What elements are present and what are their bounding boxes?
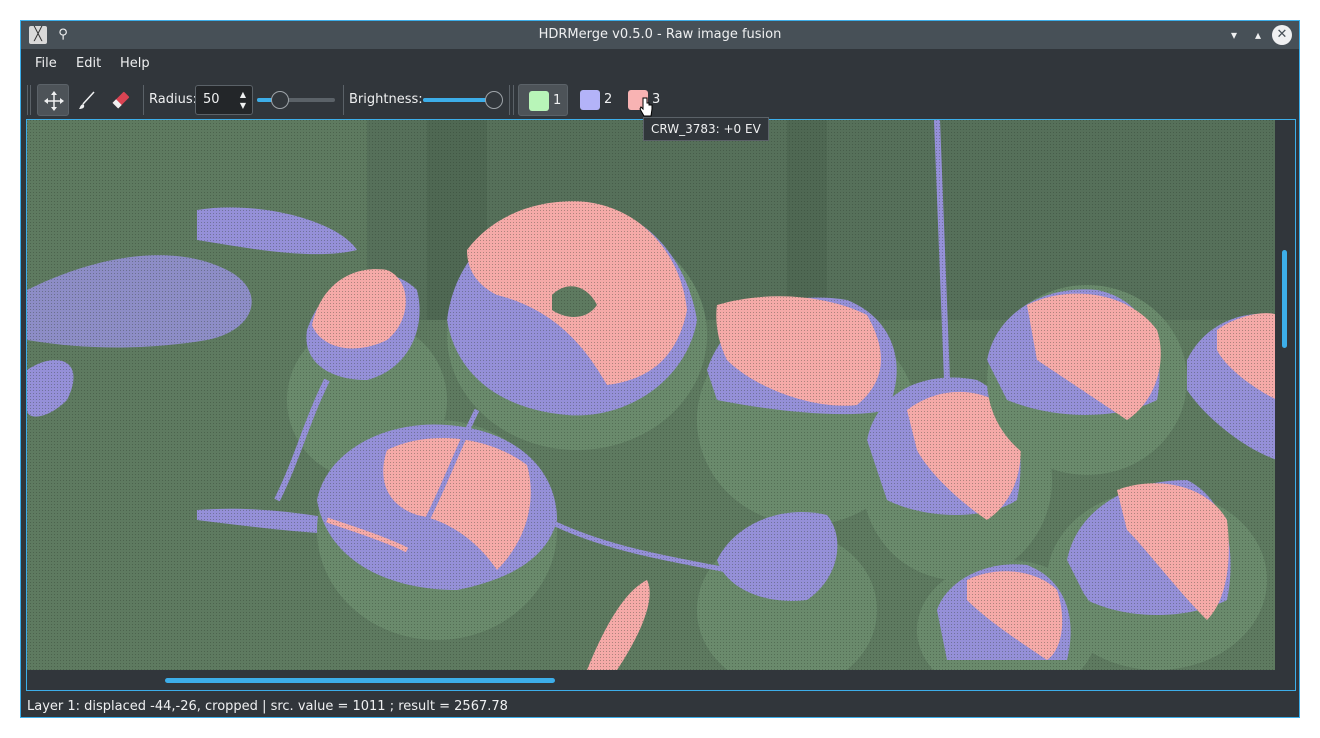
layer-3-label: 3 (652, 92, 661, 107)
mouse-cursor-icon (639, 97, 653, 117)
toolbar-separator (143, 85, 144, 115)
scrollbar-corner (1275, 670, 1295, 690)
menu-bar: File Edit Help (21, 49, 1299, 79)
radius-label: Radius: (149, 92, 197, 107)
menu-edit[interactable]: Edit (76, 49, 101, 79)
layer-2-swatch (580, 90, 600, 110)
main-window: ╳ ⚲ HDRMerge v0.5.0 - Raw image fusion ▾… (20, 20, 1300, 718)
eraser-tool-button[interactable] (105, 84, 137, 116)
brightness-label: Brightness: (349, 92, 423, 107)
toolbar-separator (343, 85, 344, 115)
close-button[interactable]: ✕ (1272, 25, 1292, 45)
maximize-button[interactable]: ▴ (1248, 25, 1268, 45)
title-bar[interactable]: ╳ ⚲ HDRMerge v0.5.0 - Raw image fusion ▾… (21, 21, 1299, 49)
vertical-scrollbar-thumb[interactable] (1282, 250, 1287, 348)
brush-icon (79, 91, 95, 109)
spin-up-icon[interactable]: ▲ (238, 90, 248, 100)
image-viewport[interactable] (26, 119, 1296, 691)
toolbar-handle[interactable] (27, 85, 31, 115)
menu-help[interactable]: Help (120, 49, 150, 79)
layer-1-label: 1 (553, 93, 562, 108)
menu-file[interactable]: File (35, 49, 57, 79)
vertical-scrollbar[interactable] (1275, 120, 1295, 670)
horizontal-scrollbar[interactable] (27, 670, 1277, 690)
horizontal-scrollbar-thumb[interactable] (165, 678, 555, 683)
layer-2-button[interactable]: 2 (570, 84, 620, 116)
brightness-slider-handle[interactable] (485, 91, 503, 109)
layer-mask-image[interactable] (27, 120, 1277, 670)
radius-slider[interactable] (257, 91, 335, 109)
minimize-button[interactable]: ▾ (1224, 25, 1244, 45)
move-arrows-icon (44, 91, 64, 111)
window-title: HDRMerge v0.5.0 - Raw image fusion (538, 27, 782, 42)
move-tool-button[interactable] (37, 84, 69, 116)
toolbar-separator (513, 85, 514, 115)
status-bar: Layer 1: displaced -44,-26, cropped | sr… (21, 695, 1299, 719)
layer-1-button[interactable]: 1 (518, 84, 568, 116)
radius-spinbox[interactable]: 50 ▲ ▼ (195, 85, 253, 115)
layer-tooltip: CRW_3783: +0 EV (643, 117, 769, 141)
radius-slider-handle[interactable] (271, 91, 290, 109)
radius-value: 50 (203, 92, 220, 107)
status-text: Layer 1: displaced -44,-26, cropped | sr… (27, 699, 508, 714)
brightness-slider[interactable] (423, 91, 503, 109)
toolbar-separator (509, 85, 510, 115)
spin-down-icon[interactable]: ▼ (238, 101, 248, 111)
layer-2-label: 2 (604, 92, 613, 107)
brush-tool-button[interactable] (71, 84, 103, 116)
eraser-icon (112, 91, 130, 109)
layer-1-swatch (529, 91, 549, 111)
toolbar: Radius: 50 ▲ ▼ Brightness: 1 2 3 (21, 81, 1299, 119)
